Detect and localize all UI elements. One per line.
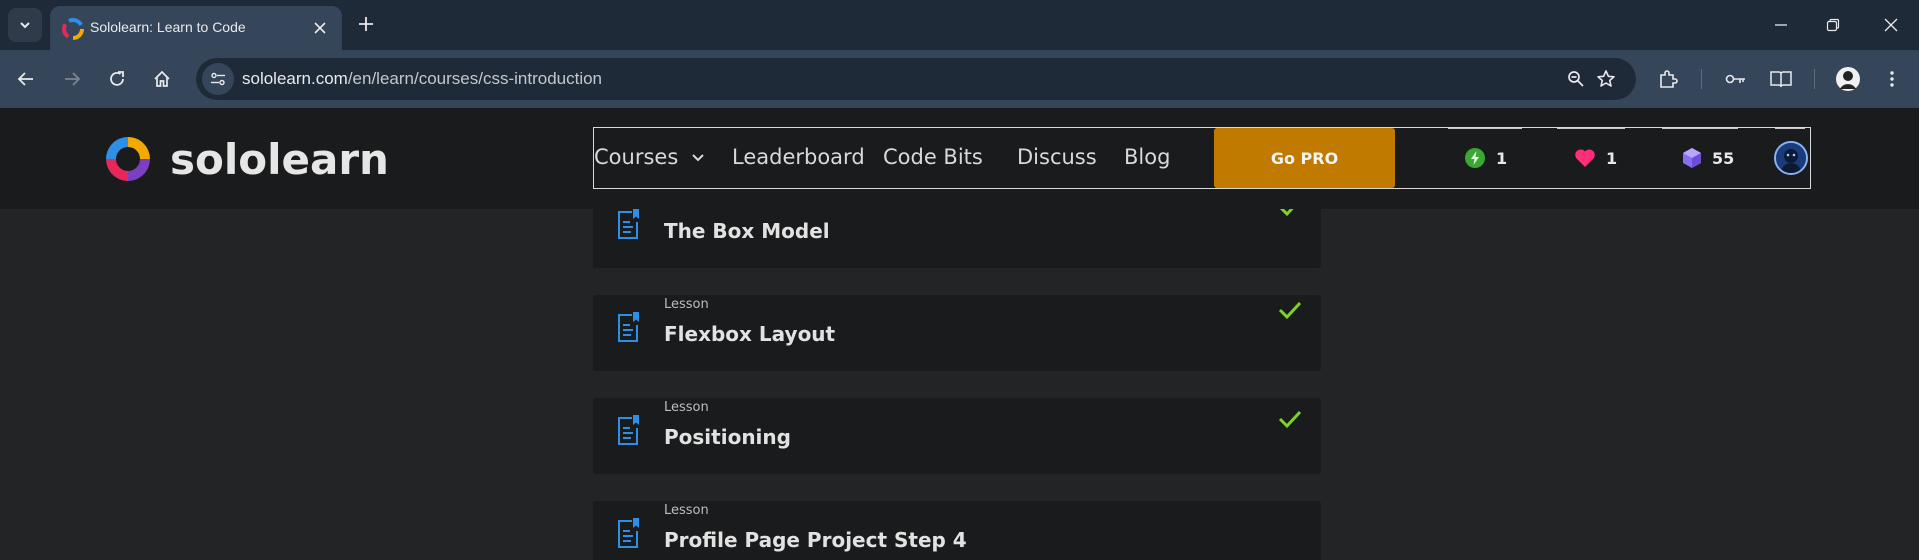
check-icon <box>1278 410 1302 429</box>
site-info-icon[interactable] <box>202 63 234 95</box>
lesson-document-icon <box>618 209 639 239</box>
nav-blog[interactable]: Blog <box>1124 145 1170 169</box>
check-icon <box>1278 301 1302 320</box>
lesson-title: The Box Model <box>664 219 830 243</box>
sololearn-logo-icon <box>106 137 150 181</box>
address-bar[interactable]: sololearn.com/en/learn/courses/css-intro… <box>196 58 1636 100</box>
lesson-card[interactable]: Lesson Profile Page Project Step 4 <box>593 501 1321 560</box>
site-header: sololearn Courses Leaderboard Code Bits … <box>0 108 1919 209</box>
heart-icon <box>1575 149 1595 167</box>
toolbar-divider <box>1814 69 1815 89</box>
minimize-icon[interactable] <box>1766 10 1796 40</box>
lesson-title: Profile Page Project Step 4 <box>664 528 967 552</box>
window-close-icon[interactable] <box>1876 10 1906 40</box>
chevron-down-icon <box>692 154 704 162</box>
reading-mode-icon[interactable] <box>1765 63 1797 95</box>
profile-icon[interactable] <box>1832 63 1864 95</box>
zoom-icon[interactable] <box>1562 65 1590 93</box>
url-text[interactable]: sololearn.com/en/learn/courses/css-intro… <box>242 69 602 89</box>
toolbar-divider <box>1701 69 1702 89</box>
lesson-card[interactable]: Lesson Flexbox Layout <box>593 295 1321 371</box>
course-content: Lesson The Box Model Lesson Flexbox Layo… <box>0 209 1919 560</box>
nav-courses[interactable]: Courses <box>594 145 705 169</box>
lesson-card[interactable]: Lesson The Box Model <box>593 209 1321 268</box>
lesson-document-icon <box>618 415 639 445</box>
lesson-kind: Lesson <box>664 297 709 312</box>
browser-toolbar: sololearn.com/en/learn/courses/css-intro… <box>0 50 1919 108</box>
home-icon[interactable] <box>146 63 178 95</box>
back-icon[interactable] <box>10 63 42 95</box>
streak-count: 1 <box>1496 148 1508 168</box>
lesson-card[interactable]: Lesson Positioning <box>593 398 1321 474</box>
sololearn-logo[interactable]: sololearn <box>100 130 389 188</box>
bookmark-star-icon[interactable] <box>1592 65 1620 93</box>
check-icon <box>1279 209 1294 217</box>
sololearn-favicon-icon <box>62 18 84 40</box>
menu-dots-icon[interactable] <box>1876 63 1908 95</box>
user-avatar[interactable] <box>1774 141 1808 175</box>
nav-discuss[interactable]: Discuss <box>1017 145 1097 169</box>
browser-tab-bar: Sololearn: Learn to Code <box>0 0 1919 50</box>
stat-divider <box>1775 128 1805 129</box>
restore-icon[interactable] <box>1818 10 1848 40</box>
nav-courses-label: Courses <box>594 145 679 169</box>
nav-leaderboard[interactable]: Leaderboard <box>732 145 865 169</box>
lesson-kind: Lesson <box>664 503 709 518</box>
lesson-kind: Lesson <box>664 400 709 415</box>
lesson-title: Positioning <box>664 425 791 449</box>
brand-name: sololearn <box>170 134 389 184</box>
reload-icon[interactable] <box>101 63 133 95</box>
lightning-icon <box>1465 148 1485 168</box>
avatar-image <box>1776 143 1806 173</box>
url-path: /en/learn/courses/css-introduction <box>347 69 603 88</box>
bits-counter[interactable]: 55 <box>1682 128 1734 188</box>
bits-count: 55 <box>1712 148 1735 168</box>
url-host: sololearn.com <box>242 69 348 88</box>
extensions-icon[interactable] <box>1652 63 1684 95</box>
lesson-title: Flexbox Layout <box>664 322 836 346</box>
streak-counter[interactable]: 1 <box>1464 128 1507 188</box>
nav-code-bits[interactable]: Code Bits <box>883 145 983 169</box>
cube-icon <box>1683 148 1701 168</box>
tab-list-icon[interactable] <box>8 8 42 42</box>
new-tab-icon[interactable] <box>352 10 380 38</box>
close-icon[interactable] <box>308 16 332 40</box>
browser-tab[interactable]: Sololearn: Learn to Code <box>50 6 342 50</box>
lesson-document-icon <box>618 518 639 548</box>
forward-icon[interactable] <box>56 63 88 95</box>
main-navigation: Courses Leaderboard Code Bits Discuss Bl… <box>593 127 1811 189</box>
lesson-document-icon <box>618 312 639 342</box>
hearts-count: 1 <box>1606 148 1618 168</box>
hearts-counter[interactable]: 1 <box>1574 128 1617 188</box>
tab-title: Sololearn: Learn to Code <box>90 19 246 35</box>
password-key-icon[interactable] <box>1720 63 1752 95</box>
go-pro-button[interactable]: Go PRO <box>1214 128 1395 188</box>
